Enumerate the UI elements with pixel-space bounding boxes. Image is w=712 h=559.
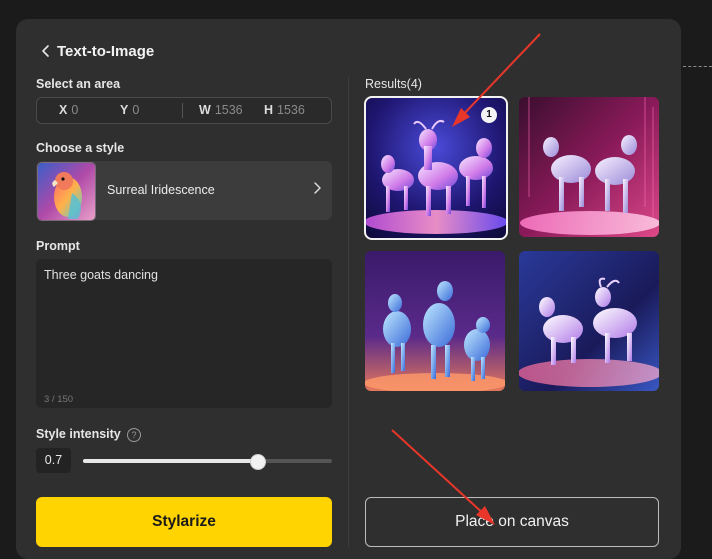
area-w-value: 1536 (214, 103, 243, 117)
page-title: Text-to-Image (57, 42, 155, 60)
prompt-input[interactable]: Three goats dancing 3 / 150 (36, 259, 332, 408)
prompt-char-count: 3 / 150 (44, 394, 74, 405)
area-y-field[interactable]: Y0 (120, 103, 139, 117)
area-h-key: H (264, 103, 274, 117)
style-name: Surreal Iridescence (107, 183, 215, 197)
area-coordinates: X0 Y0 W 1536 H 1536 (36, 97, 332, 124)
selected-badge: 1 (481, 107, 497, 123)
area-y-key: Y (120, 103, 129, 117)
area-w-key: W (199, 103, 211, 117)
area-x-value: 0 (71, 103, 79, 117)
panel-header: Text-to-Image (36, 41, 154, 61)
chevron-left-icon[interactable] (36, 41, 56, 61)
area-x-field[interactable]: X0 (59, 103, 78, 117)
intensity-slider[interactable] (83, 454, 332, 470)
panel-divider (348, 77, 349, 547)
result-image-3[interactable] (365, 251, 505, 391)
area-w-field[interactable]: W 1536 (199, 103, 243, 117)
area-h-value: 1536 (277, 103, 305, 117)
place-on-canvas-button[interactable]: Place on canvas (365, 497, 659, 547)
prompt-text: Three goats dancing (44, 268, 158, 282)
style-selector[interactable]: Surreal Iridescence (36, 161, 332, 221)
area-x-key: X (59, 103, 68, 117)
style-label: Choose a style (36, 141, 125, 155)
canvas-boundary-line (683, 66, 712, 67)
question-circle-icon[interactable]: ? (127, 428, 141, 442)
stylarize-button[interactable]: Stylarize (36, 497, 332, 547)
prompt-label: Prompt (36, 239, 80, 253)
chevron-right-icon (312, 181, 322, 200)
area-separator (182, 103, 183, 118)
result-image-1[interactable]: 1 (364, 96, 508, 240)
intensity-label: Style intensity (36, 427, 121, 441)
area-y-value: 0 (132, 103, 140, 117)
area-label: Select an area (36, 77, 121, 91)
intensity-value[interactable]: 0.7 (36, 448, 71, 473)
style-thumbnail (37, 162, 96, 221)
intensity-slider-handle[interactable] (250, 454, 267, 470)
result-image-4[interactable] (519, 251, 659, 391)
result-image-2[interactable] (519, 97, 659, 237)
area-h-field[interactable]: H 1536 (264, 103, 305, 117)
intensity-slider-fill (83, 459, 258, 463)
results-label: Results(4) (365, 77, 422, 91)
text-to-image-panel: Text-to-Image Select an area X0 Y0 W 1536… (16, 19, 681, 559)
